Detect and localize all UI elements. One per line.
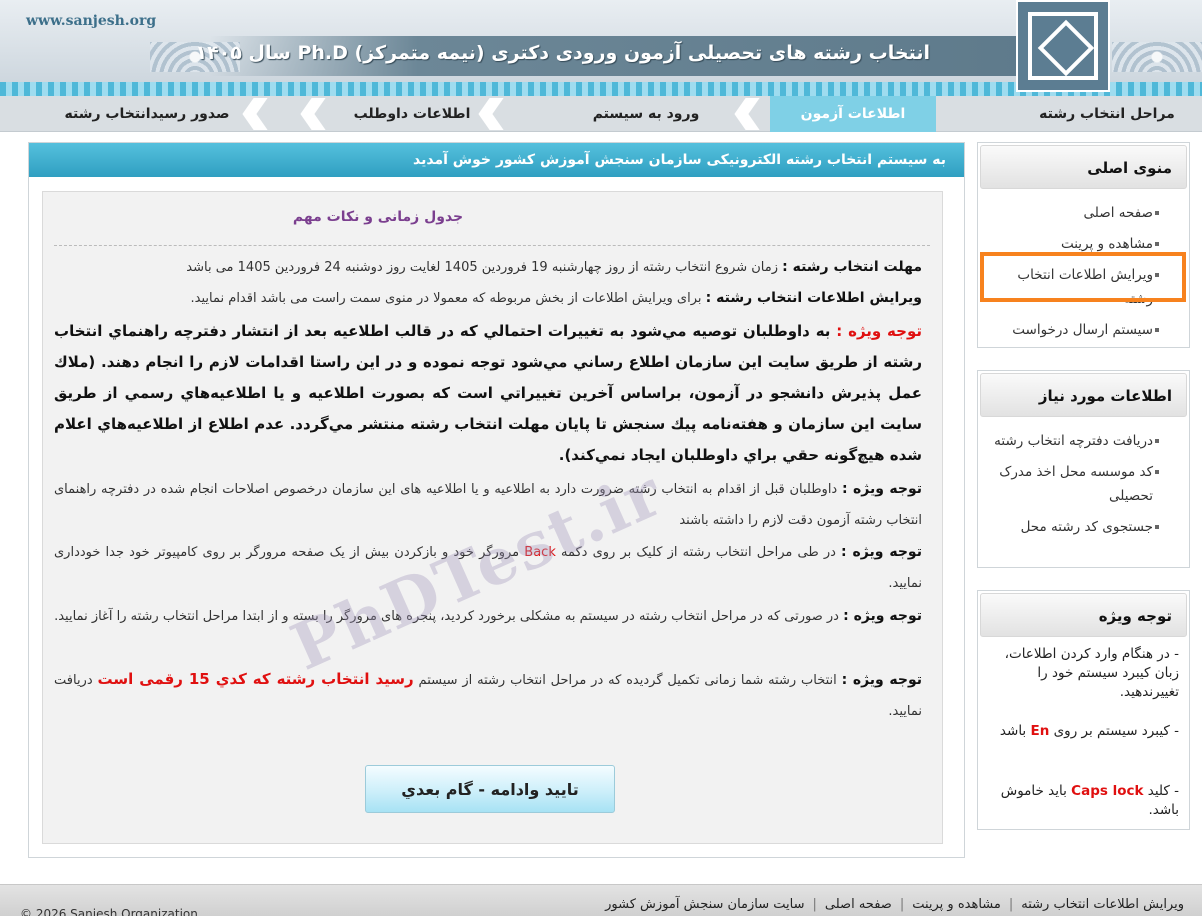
divider: [54, 245, 930, 246]
nav-chevron-icon: [736, 98, 758, 130]
nav-selection-steps[interactable]: مراحل انتخاب رشته: [1012, 96, 1202, 132]
site-url[interactable]: www.sanjesh.org: [26, 13, 156, 29]
footer-link-home[interactable]: صفحه اصلی: [825, 897, 892, 912]
nav-chevron-icon: [302, 98, 324, 130]
sidebar-notice: توجه ویژه - در هنگام وارد کردن اطلاعات، …: [977, 590, 1190, 830]
footer: ویرایش اطلاعات انتخاب رشته | مشاهده و پرین…: [0, 884, 1202, 916]
content-box: جدول زمانی و نکات مهم مهلت انتخاب رشته :…: [42, 191, 943, 844]
notice-problem: توجه ویژه : در صورتی که در مراحل انتخاب …: [54, 608, 922, 624]
ornament-right: [1112, 42, 1202, 72]
sidebar-item-institution-code[interactable]: کد موسسه محل اخذ مدرک تحصیلی: [978, 460, 1189, 508]
content-title: جدول زمانی و نکات مهم: [292, 209, 464, 225]
sidebar-item-home[interactable]: صفحه اصلی: [978, 201, 1189, 225]
notice-receipt: توجه ویژه : انتخاب رشته شما زمانی تکمیل …: [54, 670, 922, 719]
nav-exam-info[interactable]: اطلاعات آزمون: [770, 96, 936, 132]
sidebar-info: اطلاعات مورد نیاز دریافت دفترچه انتخاب ر…: [977, 370, 1190, 568]
main-panel: به سیستم انتخاب رشته الکترونیکی سازمان س…: [28, 142, 965, 858]
bullet-icon: [1155, 439, 1159, 443]
bullet-icon: [1155, 328, 1159, 332]
sidebar-info-title: اطلاعات مورد نیاز: [980, 373, 1187, 417]
nav-applicant-info[interactable]: اطلاعات داوطلب: [302, 96, 522, 132]
sidebar-item-search-code[interactable]: جستجوی کد رشته محل: [978, 515, 1189, 539]
notice-back-button: توجه ویژه : در طی مراحل انتخاب رشته از ک…: [54, 544, 922, 591]
confirm-next-button[interactable]: تایید وادامه - گام بعدي: [365, 765, 615, 813]
sidebar-main-menu: منوی اصلی صفحه اصلی مشاهده و پرینت ویرای…: [977, 142, 1190, 348]
nav-login[interactable]: ورود به سیستم: [556, 96, 736, 132]
welcome-heading: به سیستم انتخاب رشته الکترونیکی سازمان س…: [29, 143, 964, 177]
footer-links: ویرایش اطلاعات انتخاب رشته | مشاهده و پرین…: [605, 897, 1184, 912]
highlight-box: [980, 252, 1186, 302]
sanjesh-logo: [1016, 0, 1110, 92]
footer-link-sanjesh-site[interactable]: سایت سازمان سنجش آموزش کشور: [605, 897, 804, 912]
notice-keyboard-en: - کیبرد سیستم بر روی En باشد: [999, 723, 1179, 739]
bullet-icon: [1155, 470, 1159, 474]
notice-edit: ویرایش اطلاعات انتخاب رشته : برای ویرایش…: [190, 290, 922, 306]
bullet-icon: [1155, 525, 1159, 529]
notice-deadline: مهلت انتخاب رشته : زمان شروع انتخاب رشته…: [186, 259, 922, 275]
site-title: انتخاب رشته های تحصیلی آزمون ورودی دکتری…: [195, 42, 930, 64]
notice-caps-lock: - کلید Caps lock باید خاموش باشد.: [1000, 783, 1179, 818]
copyright: © 2026 Sanjesh Organization: [20, 907, 198, 916]
bullet-icon: [1155, 211, 1159, 215]
sidebar-main-menu-title: منوی اصلی: [980, 145, 1187, 189]
footer-link-edit[interactable]: ویرایش اطلاعات انتخاب رشته: [1021, 897, 1184, 912]
footer-separator: |: [1008, 897, 1014, 912]
sidebar-notice-title: توجه ویژه: [980, 593, 1187, 637]
notice-booklet: توجه ویژه : داوطلبان قبل از اقدام به انت…: [54, 481, 922, 528]
notice-keyboard-language: - در هنگام وارد کردن اطلاعات، زبان کیبرد…: [1004, 646, 1179, 700]
footer-link-view-print[interactable]: مشاهده و پرینت: [912, 897, 1001, 912]
footer-separator: |: [812, 897, 817, 912]
bullet-icon: [1155, 242, 1159, 246]
sidebar-item-download-booklet[interactable]: دریافت دفترچه انتخاب رشته: [978, 429, 1189, 453]
nav-issue-receipt[interactable]: صدور رسیدانتخاب رشته: [42, 96, 252, 132]
top-nav: مراحل انتخاب رشته اطلاعات آزمون ورود به …: [0, 96, 1202, 132]
notice-special-changes: توجه ویژه : به داوطلبان توصيه مي‌شود به …: [54, 322, 923, 464]
sidebar-item-send-request[interactable]: سیستم ارسال درخواست: [978, 318, 1189, 342]
footer-separator: |: [899, 897, 905, 912]
header: www.sanjesh.org انتخاب رشته های تحصیلی آ…: [0, 0, 1202, 96]
